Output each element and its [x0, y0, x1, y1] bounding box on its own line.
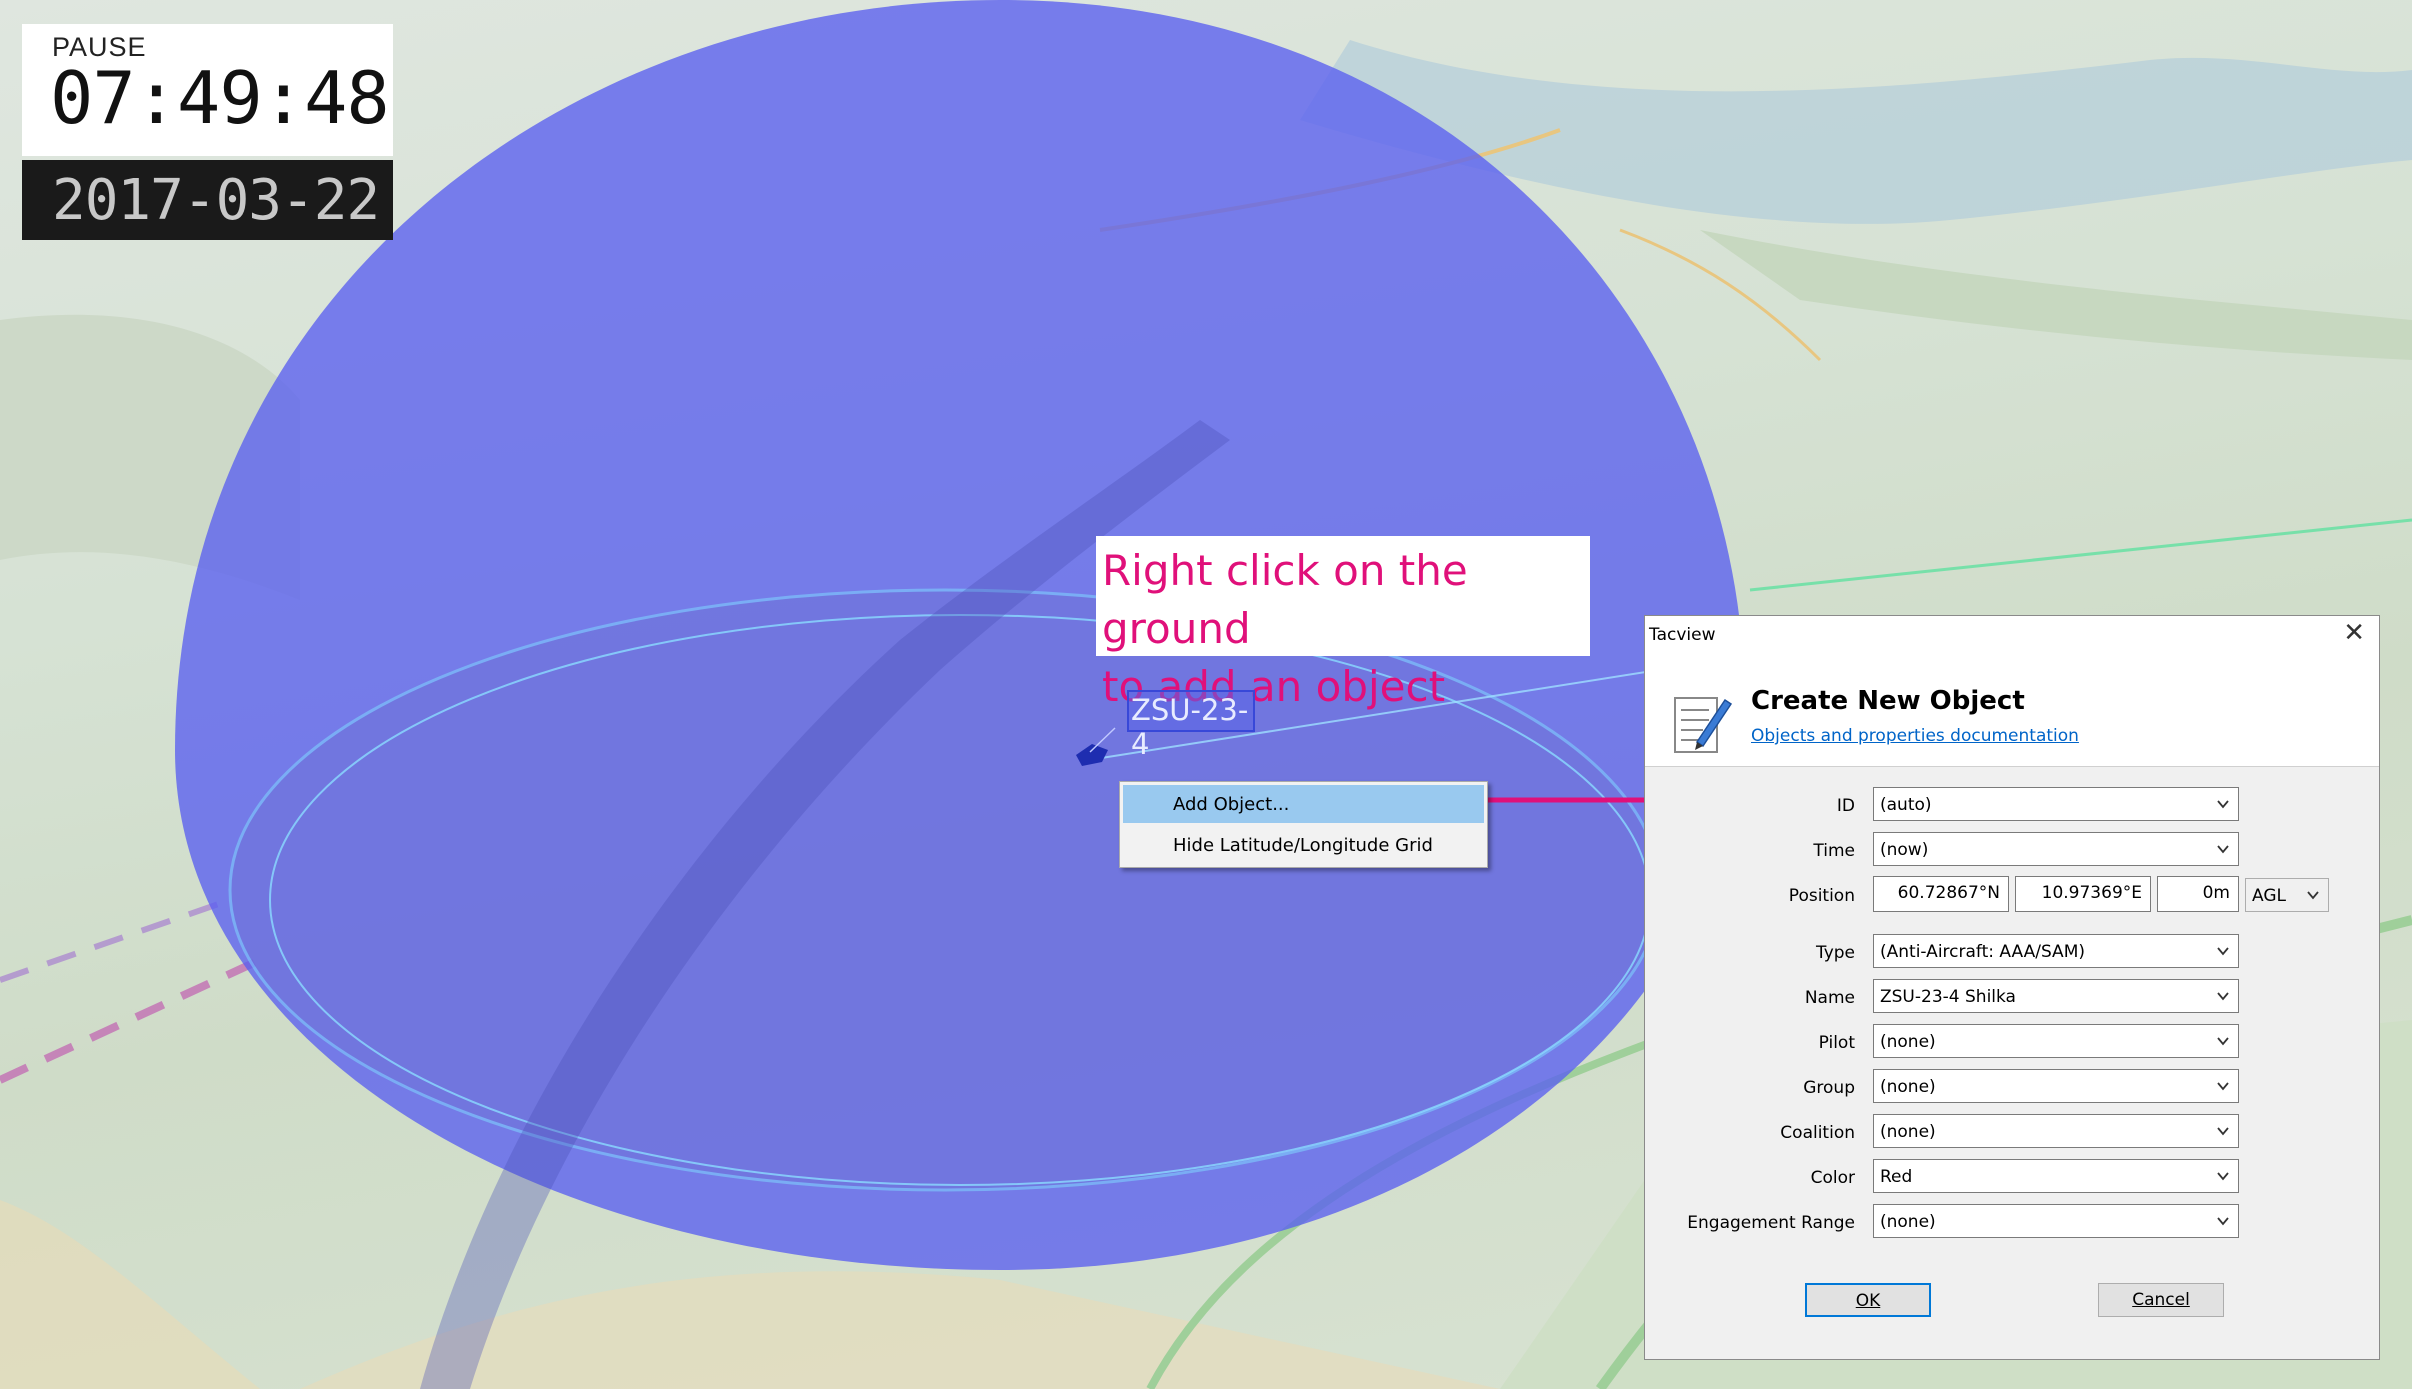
cancel-button[interactable]: Cancel: [2098, 1283, 2224, 1317]
chevron-down-icon: [2307, 891, 2319, 900]
time-select[interactable]: (now): [1873, 832, 2239, 866]
engagement-range-value: (none): [1880, 1212, 1936, 1232]
name-value: ZSU-23-4 Shilka: [1880, 987, 2016, 1007]
menu-item-add-object[interactable]: Add Object...: [1123, 785, 1484, 823]
altitude-input[interactable]: 0m: [2157, 876, 2239, 912]
engagement-range-label: Engagement Range: [1687, 1213, 1855, 1233]
dialog-header: Create New Object Objects and properties…: [1645, 650, 2379, 767]
dialog-window-title: Tacview: [1649, 625, 1716, 645]
coalition-select[interactable]: (none): [1873, 1114, 2239, 1148]
group-label: Group: [1803, 1078, 1855, 1098]
chevron-down-icon: [2217, 1217, 2229, 1226]
color-select[interactable]: Red: [1873, 1159, 2239, 1193]
object-label[interactable]: ZSU-23-4: [1127, 690, 1255, 761]
engagement-range-select[interactable]: (none): [1873, 1204, 2239, 1238]
cancel-button-label: Cancel: [2132, 1290, 2190, 1310]
menu-item-label: Add Object...: [1173, 794, 1290, 815]
menu-item-label: Hide Latitude/Longitude Grid: [1173, 835, 1433, 856]
create-object-dialog: Tacview ✕ Create New Object Objects and …: [1644, 615, 2380, 1360]
object-label-text: ZSU-23-4: [1131, 693, 1249, 761]
color-value: Red: [1880, 1167, 1913, 1187]
color-label: Color: [1810, 1168, 1855, 1188]
altitude-reference-value: AGL: [2252, 886, 2286, 906]
position-label: Position: [1788, 886, 1855, 906]
clock-time: 07:49:48: [50, 56, 390, 140]
time-display: PAUSE 07:49:48: [22, 24, 393, 156]
close-icon[interactable]: ✕: [2343, 618, 2365, 648]
date-display: 2017-03-22: [22, 160, 393, 240]
dialog-heading: Create New Object: [1751, 686, 2025, 716]
context-menu: Add Object... Hide Latitude/Longitude Gr…: [1119, 781, 1488, 868]
clock-date: 2017-03-22: [52, 168, 380, 233]
documentation-link[interactable]: Objects and properties documentation: [1751, 726, 2079, 746]
chevron-down-icon: [2217, 1127, 2229, 1136]
chevron-down-icon: [2217, 1082, 2229, 1091]
longitude-input[interactable]: 10.97369°E: [2015, 876, 2151, 912]
chevron-down-icon: [2217, 845, 2229, 854]
type-value: (Anti-Aircraft: AAA/SAM): [1880, 942, 2085, 962]
instruction-callout: Right click on the ground to add an obje…: [1096, 536, 1590, 711]
chevron-down-icon: [2217, 947, 2229, 956]
pilot-label: Pilot: [1818, 1033, 1855, 1053]
name-label: Name: [1804, 988, 1855, 1008]
group-select[interactable]: (none): [1873, 1069, 2239, 1103]
time-value: (now): [1880, 840, 1929, 860]
group-value: (none): [1880, 1077, 1936, 1097]
pilot-select[interactable]: (none): [1873, 1024, 2239, 1058]
edit-document-icon: [1674, 697, 1733, 753]
altitude-value: 0m: [2202, 883, 2230, 903]
ok-button[interactable]: OK: [1805, 1283, 1931, 1317]
chevron-down-icon: [2217, 992, 2229, 1001]
id-value: (auto): [1880, 795, 1932, 815]
time-label: Time: [1813, 841, 1855, 861]
chevron-down-icon: [2217, 1037, 2229, 1046]
id-select[interactable]: (auto): [1873, 787, 2239, 821]
ok-button-label: OK: [1855, 1291, 1881, 1311]
coalition-label: Coalition: [1780, 1123, 1855, 1143]
pilot-value: (none): [1880, 1032, 1936, 1052]
type-select[interactable]: (Anti-Aircraft: AAA/SAM): [1873, 934, 2239, 968]
altitude-reference-select[interactable]: AGL: [2245, 878, 2329, 912]
chevron-down-icon: [2217, 1172, 2229, 1181]
longitude-value: 10.97369°E: [2041, 883, 2142, 903]
name-select[interactable]: ZSU-23-4 Shilka: [1873, 979, 2239, 1013]
dialog-titlebar[interactable]: Tacview ✕: [1645, 616, 2379, 650]
menu-item-hide-grid[interactable]: Hide Latitude/Longitude Grid: [1123, 826, 1484, 864]
latitude-input[interactable]: 60.72867°N: [1873, 876, 2009, 912]
coalition-value: (none): [1880, 1122, 1936, 1142]
id-label: ID: [1836, 796, 1855, 816]
type-label: Type: [1815, 943, 1855, 963]
latitude-value: 60.72867°N: [1897, 883, 2000, 903]
chevron-down-icon: [2217, 800, 2229, 809]
callout-line-1: Right click on the ground: [1102, 546, 1468, 653]
